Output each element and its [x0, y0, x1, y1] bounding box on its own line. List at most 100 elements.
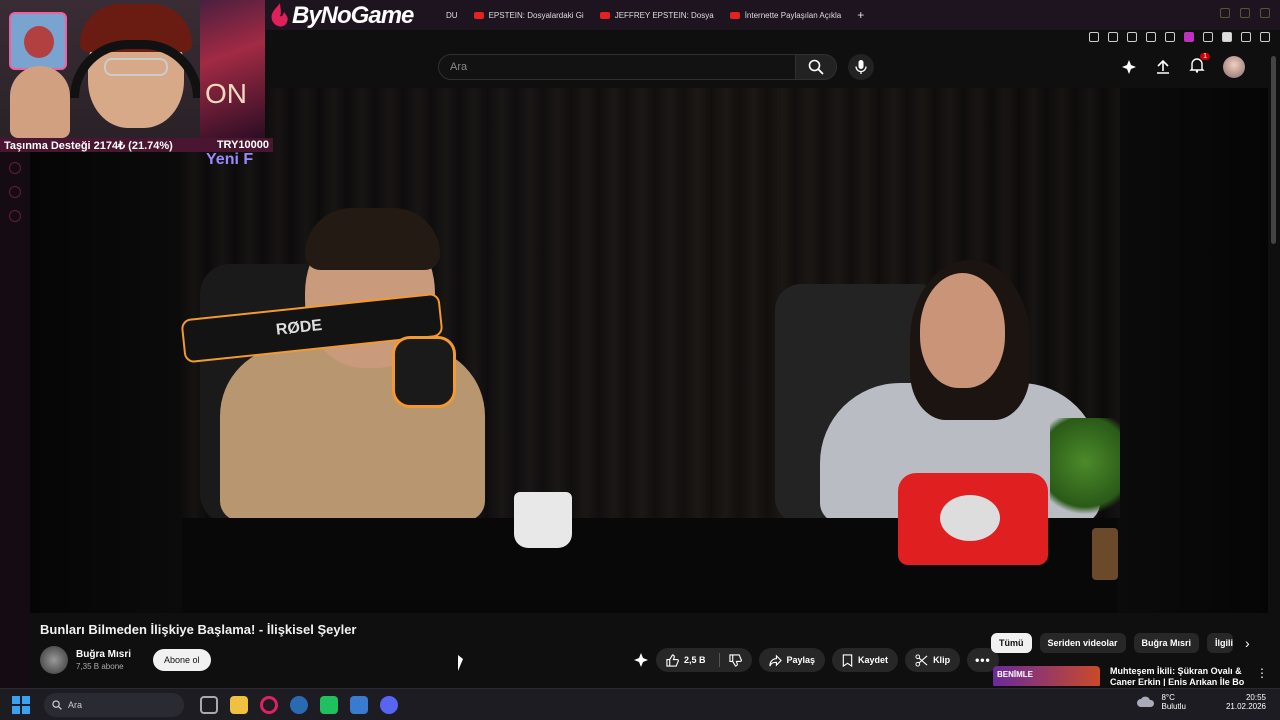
related-title: Muhteşem İkili: Şükran Ovalı & Caner Erk… — [1110, 666, 1245, 686]
chip-all[interactable]: Tümü — [991, 633, 1032, 653]
shield-icon[interactable] — [1127, 32, 1137, 42]
weather-widget[interactable]: 8°C Bulutlu — [1137, 693, 1186, 711]
related-thumbnail: BENİMLE — [993, 666, 1101, 686]
notifications-button[interactable]: 1 — [1189, 52, 1210, 78]
heart-icon[interactable] — [1165, 32, 1175, 42]
start-button[interactable] — [12, 695, 30, 714]
close-button[interactable] — [1260, 8, 1270, 18]
network-app-icon[interactable] — [350, 695, 368, 714]
browser-tab-1[interactable]: DU — [446, 11, 458, 20]
voice-search-button[interactable] — [848, 54, 874, 80]
guest-head — [920, 273, 1005, 388]
microphone-icon — [855, 60, 867, 74]
discord-icon[interactable] — [380, 695, 398, 714]
minimize-button[interactable] — [1220, 8, 1230, 18]
settings-icon[interactable] — [9, 210, 21, 222]
streamer-hand — [10, 66, 70, 138]
pin-icon[interactable] — [1089, 32, 1099, 42]
youtube-icon — [473, 11, 484, 19]
app-icon[interactable] — [320, 695, 338, 714]
scrollbar[interactable] — [1271, 56, 1276, 244]
screenshot-icon[interactable] — [1108, 32, 1118, 42]
file-explorer-icon[interactable] — [230, 695, 248, 714]
menu-icon[interactable] — [1260, 32, 1270, 42]
task-view-icon[interactable] — [200, 695, 218, 714]
overlay-art-text: ON — [205, 78, 247, 109]
windows-taskbar: Ara 8°C Bulutlu 20:55 21.02.2026 — [0, 688, 1280, 720]
host-hair — [305, 208, 440, 270]
overlay-logo: ByNoGame — [268, 2, 414, 30]
overlay-ticker: Yeni F — [206, 151, 254, 168]
extension-toolbar — [1089, 30, 1270, 44]
steam-icon[interactable] — [290, 695, 308, 714]
search-button[interactable] — [795, 54, 837, 80]
scissors-icon — [915, 653, 928, 667]
puzzle-icon[interactable] — [1203, 32, 1213, 42]
video-title: Bunları Bilmeden İlişkiye Başlama! - İli… — [40, 622, 357, 637]
red-telephone — [898, 473, 1048, 565]
download-icon[interactable] — [1241, 32, 1251, 42]
header-actions: 1 — [1121, 52, 1245, 78]
mic-brand-label: RØDE — [275, 316, 323, 339]
extension-icon[interactable] — [1184, 32, 1194, 42]
download-icon[interactable] — [9, 186, 21, 198]
sparkle-icon[interactable] — [633, 652, 649, 668]
chip-channel[interactable]: Buğra Mısri — [1133, 633, 1200, 653]
clip-button[interactable]: Klip — [905, 648, 961, 672]
channel-info: Buğra Mısri 7,35 B abone Abone ol — [40, 646, 211, 674]
donation-goal-bar: Taşınma Desteği 2174₺ (21.74%) TRY10000 — [0, 138, 273, 152]
mouse-cursor — [458, 655, 463, 671]
opera-gx-icon[interactable] — [260, 695, 278, 714]
streamer-webcam — [0, 0, 200, 138]
phone-dial — [940, 495, 1000, 541]
bookmark-icon — [842, 653, 853, 667]
channel-avatar[interactable] — [40, 646, 68, 674]
browser-tab-4[interactable]: İnternette Paylaşılan Açıkla — [729, 11, 841, 20]
donation-label: Taşınma Desteği 2174₺ (21.74%) — [4, 139, 173, 152]
flame-logo-icon — [271, 3, 288, 27]
profile-icon[interactable] — [1222, 32, 1232, 42]
overlay-art-panel: ON — [200, 0, 265, 138]
history-icon[interactable] — [9, 162, 21, 174]
channel-name[interactable]: Buğra Mısri — [76, 649, 131, 660]
search-icon — [808, 59, 824, 75]
maximize-button[interactable] — [1240, 8, 1250, 18]
like-button[interactable]: 2,5 B — [656, 648, 752, 672]
browser-tab-3[interactable]: JEFFREY EPSTEIN: Dosya — [599, 11, 714, 20]
window-controls — [1220, 8, 1270, 18]
clock[interactable]: 20:55 21.02.2026 — [1226, 693, 1266, 711]
chevron-right-icon[interactable]: › — [1245, 635, 1250, 651]
microphone — [392, 336, 456, 408]
system-tray: 8°C Bulutlu 20:55 21.02.2026 — [1137, 693, 1266, 711]
share-icon — [768, 654, 782, 666]
taskbar-search[interactable]: Ara — [44, 692, 184, 717]
play-icon[interactable] — [1146, 32, 1156, 42]
youtube-icon — [599, 11, 610, 19]
thumbs-up-icon — [666, 653, 679, 667]
related-video[interactable]: BENİMLE Muhteşem İkili: Şükran Ovalı & C… — [993, 666, 1268, 686]
left-rail — [0, 150, 30, 690]
subscribe-button[interactable]: Abone ol — [153, 649, 211, 671]
like-count: 2,5 B — [684, 655, 706, 665]
chip-related[interactable]: İlgili — [1207, 633, 1234, 653]
upload-icon[interactable] — [1155, 59, 1171, 75]
chip-series[interactable]: Seriden videolar — [1039, 633, 1126, 653]
more-icon: ••• — [975, 653, 991, 667]
browser-tab-2[interactable]: EPSTEIN: Dosyalardaki Gi — [473, 11, 584, 20]
donation-goal: TRY10000 — [216, 139, 269, 151]
avatar[interactable] — [1223, 56, 1245, 78]
youtube-icon — [729, 11, 740, 19]
taskbar-apps — [200, 695, 398, 714]
new-tab-button[interactable]: + — [857, 8, 864, 22]
search-input[interactable]: Ara — [438, 54, 796, 80]
video-actions: 2,5 B Paylaş Kaydet Klip ••• — [633, 648, 999, 672]
save-button[interactable]: Kaydet — [832, 648, 899, 672]
subscriber-count: 7,35 B abone — [76, 662, 124, 671]
share-button[interactable]: Paylaş — [758, 648, 826, 672]
filter-chips: Tümü Seriden videolar Buğra Mısri İlgili… — [991, 633, 1250, 653]
cloud-icon — [1137, 696, 1155, 707]
search-icon — [52, 699, 62, 710]
more-vert-icon[interactable]: ⋮ — [1256, 666, 1268, 686]
thumbs-down-icon[interactable] — [728, 653, 742, 667]
sparkle-icon[interactable] — [1121, 59, 1137, 75]
